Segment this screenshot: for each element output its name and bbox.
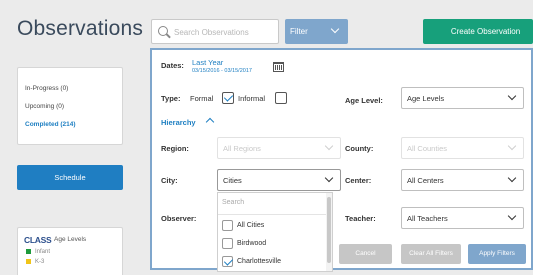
type-formal-label: Formal [190,94,214,103]
age-level-value: Age Levels [407,94,445,103]
center-label: Center: [345,176,372,185]
dates-range: 03/15/2016 - 03/15/2017 [192,68,252,74]
status-upcoming[interactable]: Upcoming (0) [25,103,64,110]
center-value: All Centers [407,176,444,185]
type-formal-checkbox[interactable] [222,92,234,104]
chevron-down-icon [330,24,340,34]
chevron-down-icon [324,141,334,151]
city-option-label: All Cities [237,222,265,229]
region-value: All Regions [223,144,261,153]
center-select[interactable]: All Centers [401,169,524,191]
chevron-down-icon [507,91,517,101]
dates-value[interactable]: Last Year [192,58,223,67]
hierarchy-toggle[interactable]: Hierarchy [161,118,196,127]
city-option-label: Birdwood [237,240,267,247]
observer-label: Observer: [161,214,197,223]
dates-label: Dates: [161,61,184,70]
city-value: Cities [223,176,242,185]
page-title: Observations [17,17,144,40]
type-informal-checkbox[interactable] [275,92,287,104]
schedule-button[interactable]: Schedule [17,165,123,190]
city-dropdown-search[interactable]: Search [222,199,244,206]
teacher-select[interactable]: All Teachers [401,207,524,229]
chevron-down-icon [507,141,517,151]
calendar-icon[interactable] [273,62,284,72]
region-label: Region: [161,144,189,153]
city-option-checkbox[interactable] [222,256,233,267]
divider [218,214,326,215]
legend-item: Infant [26,249,50,255]
search-box[interactable] [151,19,279,44]
legend-item-label: K-3 [35,259,45,266]
age-level-label: Age Level: [345,96,383,105]
legend-item-label: Infant [35,249,51,256]
city-label: City: [161,176,178,185]
type-informal-label: Informal [238,94,266,103]
age-levels-legend: CLASS Age Levels Infant K-3 [17,227,123,275]
create-observation-button[interactable]: Create Observation [423,19,533,44]
cancel-button[interactable]: Cancel [339,244,392,264]
legend-swatch [26,259,31,264]
county-label: County: [345,144,374,153]
chevron-down-icon [507,173,517,183]
status-in-progress[interactable]: In-Progress (0) [25,85,68,92]
chevron-down-icon [324,173,334,183]
status-completed[interactable]: Completed (214) [25,121,76,128]
filter-button-label: Filter [290,27,308,36]
class-logo: CLASS [24,235,52,245]
chevron-down-icon [507,211,517,221]
teacher-value: All Teachers [407,214,448,223]
city-option-checkbox[interactable] [222,220,233,231]
search-icon [158,26,168,36]
search-input[interactable] [174,23,274,41]
apply-filters-button[interactable]: Apply Filters [468,244,526,264]
scrollbar-thumb[interactable] [327,197,331,263]
city-dropdown: Search All Cities Birdwood Charlottesvil… [217,192,333,272]
clear-all-filters-button[interactable]: Clear All Filters [401,244,461,264]
filter-button[interactable]: Filter [285,19,348,44]
teacher-label: Teacher: [345,214,376,223]
status-card: In-Progress (0) Upcoming (0) Completed (… [17,67,123,145]
city-option-label: Charlottesville [237,258,281,265]
county-value: All Counties [407,144,448,153]
legend-item: K-3 [26,259,44,265]
chevron-up-icon[interactable] [205,117,215,127]
region-select[interactable]: All Regions [217,137,341,159]
city-dropdown-scrollbar[interactable] [326,193,332,271]
city-option-checkbox[interactable] [222,238,233,249]
city-select[interactable]: Cities [217,169,341,191]
county-select[interactable]: All Counties [401,137,524,159]
legend-title: Age Levels [54,236,87,243]
age-level-select[interactable]: Age Levels [401,87,524,109]
filter-panel: Dates: Last Year 03/15/2016 - 03/15/2017… [150,48,533,272]
legend-swatch [26,249,31,254]
type-label: Type: [161,94,181,103]
